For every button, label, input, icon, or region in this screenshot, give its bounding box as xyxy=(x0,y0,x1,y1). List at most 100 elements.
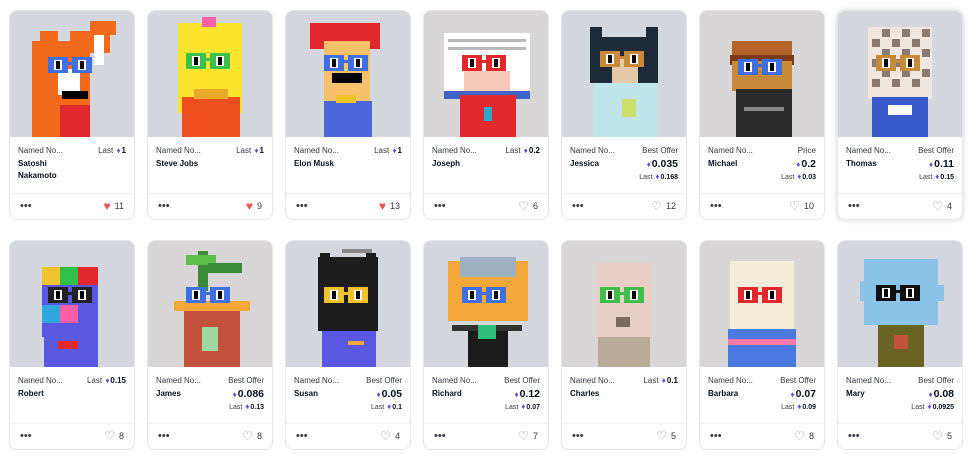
price-block: Best Offer ♦0.11 Last ♦0.15 xyxy=(918,146,954,181)
heart-icon: ♡ xyxy=(932,429,943,443)
card-footer: ••• ♡ 5 xyxy=(562,423,686,449)
ethereum-icon: ♦ xyxy=(232,390,237,399)
favorite-button[interactable]: ♡ 4 xyxy=(932,199,952,213)
favorite-count: 5 xyxy=(670,431,676,441)
card-info: Named No... Charles Last ♦0.1 xyxy=(562,367,686,423)
last-label: Last xyxy=(374,146,390,155)
more-dots-icon[interactable]: ••• xyxy=(20,201,32,212)
nft-card[interactable]: Named No... Robert Last ♦0.15 ••• ♡ 8 xyxy=(9,240,135,450)
more-dots-icon[interactable]: ••• xyxy=(572,431,584,442)
heart-icon: ♡ xyxy=(794,429,805,443)
nft-image[interactable] xyxy=(286,11,410,137)
nft-image[interactable] xyxy=(700,241,824,367)
last-value: 0.13 xyxy=(250,404,264,411)
item-name: Joseph xyxy=(432,159,461,168)
more-dots-icon[interactable]: ••• xyxy=(20,431,32,442)
nft-card[interactable]: Named No... Joseph Last ♦0.2 ••• ♡ 6 xyxy=(423,10,549,220)
favorite-button[interactable]: ♡ 4 xyxy=(380,429,400,443)
favorite-button[interactable]: ♡ 10 xyxy=(789,200,814,212)
ethereum-icon: ♦ xyxy=(521,402,526,411)
price-block: Price ♦0.2 Last ♦0.03 xyxy=(781,146,816,181)
collection-name: Named No... xyxy=(18,146,63,155)
heart-icon: ♥ xyxy=(378,199,386,213)
nft-card[interactable]: Named No... Steve Jobs Last ♦1 ••• ♥ 9 xyxy=(147,10,273,220)
heart-icon: ♡ xyxy=(380,429,391,443)
ethereum-icon: ♦ xyxy=(797,172,802,181)
favorite-button[interactable]: ♡ 5 xyxy=(932,429,952,443)
card-footer: ••• ♡ 8 xyxy=(700,423,824,449)
favorite-button[interactable]: ♥ 13 xyxy=(378,199,400,213)
heart-icon: ♡ xyxy=(651,199,662,213)
more-dots-icon[interactable]: ••• xyxy=(848,201,860,212)
nft-card[interactable]: Named No... Susan Best Offer ♦0.05 Last … xyxy=(285,240,411,450)
nft-card[interactable]: Named No... Barbara Best Offer ♦0.07 Las… xyxy=(699,240,825,450)
more-dots-icon[interactable]: ••• xyxy=(710,201,722,212)
nft-card[interactable]: Named No... Elon Musk Last ♦1 ••• ♥ 13 xyxy=(285,10,411,220)
favorite-button[interactable]: ♡ 7 xyxy=(518,430,538,442)
heart-icon: ♡ xyxy=(242,429,253,443)
favorite-button[interactable]: ♡ 8 xyxy=(104,430,124,442)
favorite-button[interactable]: ♡ 6 xyxy=(518,200,538,212)
more-dots-icon[interactable]: ••• xyxy=(158,201,170,212)
favorite-button[interactable]: ♡ 8 xyxy=(794,429,814,443)
nft-image[interactable] xyxy=(148,241,272,367)
nft-image[interactable] xyxy=(838,11,962,137)
nft-card[interactable]: Named No... Thomas Best Offer ♦0.11 Last… xyxy=(837,10,963,220)
ethereum-icon: ♦ xyxy=(116,146,121,155)
nft-card[interactable]: Named No... Richard Best Offer ♦0.12 Las… xyxy=(423,240,549,450)
collection-name: Named No... xyxy=(432,146,477,155)
nft-image[interactable] xyxy=(286,241,410,367)
nft-image[interactable] xyxy=(562,11,686,137)
more-dots-icon[interactable]: ••• xyxy=(158,431,170,442)
ethereum-icon: ♦ xyxy=(928,390,933,399)
nft-card[interactable]: Named No... Mary Best Offer ♦0.08 Last ♦… xyxy=(837,240,963,450)
favorite-count: 8 xyxy=(256,431,262,441)
more-dots-icon[interactable]: ••• xyxy=(710,431,722,442)
last-label: Last xyxy=(919,174,933,181)
ethereum-icon: ♦ xyxy=(514,390,519,399)
more-dots-icon[interactable]: ••• xyxy=(296,431,308,442)
favorite-button[interactable]: ♡ 5 xyxy=(656,430,676,442)
price-block: Last ♦1 xyxy=(98,146,126,155)
price-block: Last ♦1 xyxy=(374,146,402,155)
nft-card[interactable]: Named No... James Best Offer ♦0.086 Last… xyxy=(147,240,273,450)
nft-image[interactable] xyxy=(424,11,548,137)
last-label: Last xyxy=(229,404,243,411)
more-dots-icon[interactable]: ••• xyxy=(434,431,446,442)
price-block: Best Offer ♦0.05 Last ♦0.1 xyxy=(366,376,402,411)
collection-name: Named No... xyxy=(846,146,891,155)
nft-image[interactable] xyxy=(10,241,134,367)
price-block: Best Offer ♦0.12 Last ♦0.07 xyxy=(504,376,540,411)
item-name: Richard xyxy=(432,389,462,398)
ethereum-icon: ♦ xyxy=(376,390,381,399)
nft-image[interactable] xyxy=(838,241,962,367)
more-dots-icon[interactable]: ••• xyxy=(296,201,308,212)
favorite-button[interactable]: ♡ 8 xyxy=(242,429,262,443)
more-dots-icon[interactable]: ••• xyxy=(848,431,860,442)
last-value: 1 xyxy=(121,146,126,155)
nft-card[interactable]: Named No... Jessica Best Offer ♦0.035 La… xyxy=(561,10,687,220)
favorite-button[interactable]: ♥ 9 xyxy=(246,200,262,212)
favorite-button[interactable]: ♡ 12 xyxy=(651,199,676,213)
last-value: 1 xyxy=(397,146,402,155)
offer-label: Best Offer xyxy=(918,376,954,385)
item-name: Susan xyxy=(294,389,319,398)
card-info: Named No... Joseph Last ♦0.2 xyxy=(424,137,548,193)
nft-card[interactable]: Named No... Charles Last ♦0.1 ••• ♡ 5 xyxy=(561,240,687,450)
more-dots-icon[interactable]: ••• xyxy=(434,201,446,212)
nft-image[interactable] xyxy=(148,11,272,137)
collection-name: Named No... xyxy=(432,376,477,385)
item-name: Mary xyxy=(846,389,865,398)
price-block: Last ♦0.1 xyxy=(643,376,678,385)
more-dots-icon[interactable]: ••• xyxy=(572,201,584,212)
favorite-button[interactable]: ♥ 11 xyxy=(104,200,124,212)
heart-icon: ♡ xyxy=(932,199,943,213)
nft-card[interactable]: Named No... Satoshi Nakamoto Last ♦1 •••… xyxy=(9,10,135,220)
nft-card[interactable]: Named No... Michael Price ♦0.2 Last ♦0.0… xyxy=(699,10,825,220)
nft-image[interactable] xyxy=(424,241,548,367)
nft-image[interactable] xyxy=(10,11,134,137)
nft-image[interactable] xyxy=(700,11,824,137)
last-label: Last xyxy=(505,404,519,411)
ethereum-icon: ♦ xyxy=(105,376,110,385)
nft-image[interactable] xyxy=(562,241,686,367)
